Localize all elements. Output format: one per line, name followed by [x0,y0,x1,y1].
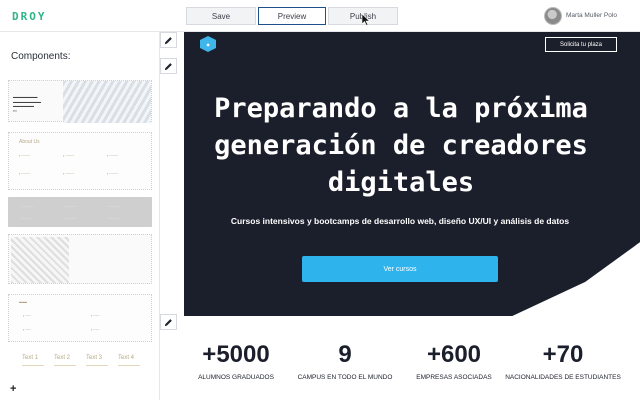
pencil-icon [164,62,172,70]
stat-number: +70 [542,341,584,368]
stat-label: CAMPUS EN TODO EL MUNDO [297,374,393,381]
stat-nationalities: +70 NACIONALIDADES DE ESTUDIANTES [504,340,622,381]
component-stats-thumbnail[interactable]: ── ── ── ── ── ── ── ── ── ── ── ── [8,197,152,227]
stat-campus: 9 CAMPUS EN TODO EL MUNDO [286,340,404,381]
footer-text-2: Text 2 [54,355,71,361]
plus-icon[interactable]: + [10,383,16,395]
thumbnail-image [63,81,151,123]
footer-text-4: Text 4 [118,355,135,361]
preview-button[interactable]: Preview [258,7,326,25]
user-name[interactable]: Marta Muller Polo [566,12,617,19]
component-image-text-thumbnail[interactable] [8,234,152,284]
stat-label: ALUMNOS GRADUADOS [198,374,274,381]
app-logo: DROY [12,10,47,23]
view-courses-button[interactable]: Ver cursos [302,256,498,282]
stat-number: 9 [338,341,352,368]
component-about-thumbnail[interactable]: About Us ▪ ─── ▪ ─── ▪ ─── ▪ ─── ▪ ─── ▪… [8,132,152,190]
thumbnail-text-lines: ▬▬▬▬▬▬▬ ▬▬▬▬▬▬▬▬ ▬▬▬▬▬▬ ▪▪▪ [13,95,41,113]
stat-label: NACIONALIDADES DE ESTUDIANTES [505,374,621,381]
about-title: About Us [19,139,40,145]
stat-graduates: +5000 ALUMNOS GRADUADOS [177,340,295,381]
components-title: Components: [11,51,71,62]
hero-subtitle: Cursos intensivos y bootcamps de desarro… [230,216,570,226]
stat-companies: +600 EMPRESAS ASOCIADAS [395,340,513,381]
components-sidebar: Components: ▬▬▬▬▬▬▬ ▬▬▬▬▬▬▬▬ ▬▬▬▬▬▬ ▪▪▪ Abo… [0,32,160,400]
stat-label: EMPRESAS ASOCIADAS [416,374,492,381]
component-features-thumbnail[interactable]: ▬▬ ▪ ── ▪ ── ▪ ── ▪ ── [8,294,152,342]
top-bar: DROY Save Preview Publish Marta Muller P… [0,0,640,32]
thumbnail-image [11,237,69,283]
component-footer-thumbnail[interactable]: Text 1 Text 2 Text 3 Text 4 [8,352,152,372]
apply-button[interactable]: Solicita tu plaza [545,37,617,52]
mouse-pointer-icon [362,14,370,26]
user-avatar[interactable] [544,7,562,25]
hero-title: Preparando a la próxima generación de cr… [214,93,588,198]
edit-section-button[interactable] [160,58,177,74]
edit-section-button[interactable] [160,32,177,48]
footer-text-1: Text 1 [22,355,39,361]
stat-number: +5000 [202,341,270,368]
footer-text-3: Text 3 [86,355,103,361]
pencil-icon [164,318,172,326]
pencil-icon [164,36,172,44]
stat-number: +600 [426,341,482,368]
edit-section-button[interactable] [160,314,177,330]
component-hero-thumbnail[interactable]: ▬▬▬▬▬▬▬ ▬▬▬▬▬▬▬▬ ▬▬▬▬▬▬ ▪▪▪ [8,80,152,123]
save-button[interactable]: Save [186,7,256,25]
